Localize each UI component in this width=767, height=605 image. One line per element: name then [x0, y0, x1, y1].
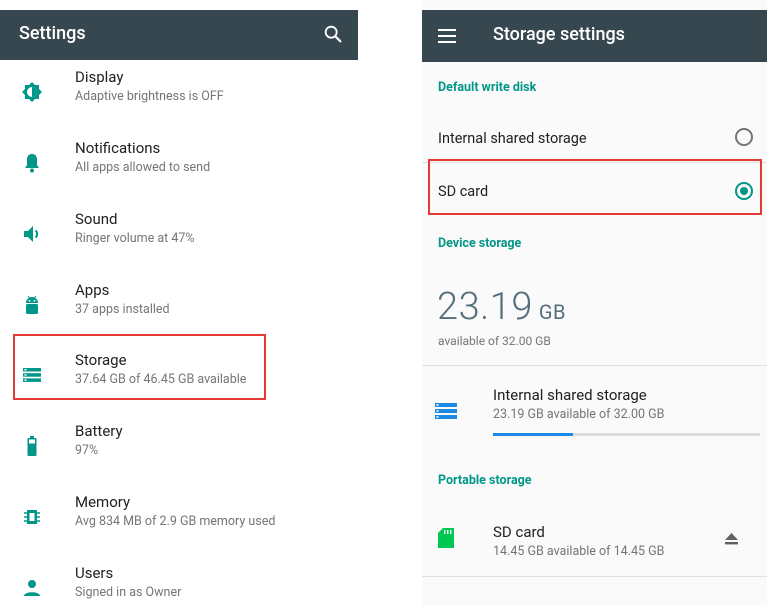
person-icon	[24, 580, 40, 596]
search-icon[interactable]	[322, 23, 344, 45]
divider	[422, 576, 767, 577]
sd-card-icon	[438, 528, 454, 548]
radio-unselected[interactable]	[735, 128, 753, 146]
settings-item-display[interactable]: Display Adaptive brightness is OFF	[0, 68, 358, 128]
storage-title: SD card	[493, 523, 545, 541]
item-title: Memory	[75, 493, 131, 511]
brightness-icon	[22, 82, 42, 102]
item-subtitle: Signed in as Owner	[75, 585, 182, 600]
item-subtitle: All apps allowed to send	[75, 160, 211, 175]
item-title: Battery	[75, 422, 123, 440]
storage-highlight-box	[13, 334, 266, 400]
settings-item-battery[interactable]: Battery 97%	[0, 422, 358, 482]
item-title: Apps	[75, 281, 110, 299]
section-default-write-disk: Default write disk	[438, 80, 537, 95]
storage-subtitle: 14.45 GB available of 14.45 GB	[493, 544, 665, 559]
item-title: Display	[75, 68, 124, 86]
storage-available-value: 23.19 GB	[437, 285, 566, 329]
settings-panel: Settings Display Adaptive brightness is …	[0, 0, 358, 605]
big-number: 23.19	[437, 285, 533, 329]
android-icon	[26, 295, 38, 314]
internal-shared-storage-row[interactable]: Internal shared storage 23.19 GB availab…	[422, 366, 767, 452]
settings-item-notifications[interactable]: Notifications All apps allowed to send	[0, 139, 358, 199]
volume-icon	[24, 226, 39, 242]
item-subtitle: Adaptive brightness is OFF	[75, 89, 224, 104]
item-title: Sound	[75, 210, 118, 228]
item-subtitle: 97%	[75, 443, 99, 458]
section-device-storage: Device storage	[438, 236, 522, 251]
item-title: Users	[75, 564, 114, 582]
settings-item-apps[interactable]: Apps 37 apps installed	[0, 281, 358, 341]
app-bar: Settings	[0, 10, 358, 60]
storage-subtitle: 23.19 GB available of 32.00 GB	[493, 407, 665, 422]
battery-icon	[27, 436, 37, 456]
settings-item-users[interactable]: Users Signed in as Owner	[0, 564, 358, 605]
page-title: Settings	[19, 23, 86, 44]
app-bar: Storage settings	[422, 10, 767, 62]
storage-title: Internal shared storage	[493, 386, 647, 404]
storage-progress-fill	[493, 433, 574, 436]
item-subtitle: Ringer volume at 47%	[75, 231, 195, 246]
eject-icon[interactable]	[724, 532, 739, 546]
memory-icon	[24, 510, 40, 524]
storage-settings-panel: Storage settings Default write disk Inte…	[422, 0, 767, 605]
option-label: Internal shared storage	[438, 130, 587, 147]
big-unit: GB	[538, 300, 566, 324]
storage-progress-bar	[493, 433, 760, 436]
sd-card-highlight-box	[428, 159, 762, 215]
page-title: Storage settings	[493, 24, 625, 45]
menu-icon[interactable]	[438, 27, 456, 45]
item-subtitle: Avg 834 MB of 2.9 GB memory used	[75, 514, 276, 529]
section-portable-storage: Portable storage	[438, 473, 532, 488]
storage-icon	[435, 403, 457, 419]
available-of-text: available of 32.00 GB	[438, 334, 551, 348]
option-internal-shared-storage[interactable]: Internal shared storage	[422, 115, 767, 161]
item-subtitle: 37 apps installed	[75, 302, 170, 317]
item-title: Notifications	[75, 139, 161, 157]
bell-icon	[25, 154, 39, 173]
sd-card-row[interactable]: SD card 14.45 GB available of 14.45 GB	[422, 505, 767, 575]
settings-item-sound[interactable]: Sound Ringer volume at 47%	[0, 210, 358, 270]
settings-item-memory[interactable]: Memory Avg 834 MB of 2.9 GB memory used	[0, 493, 358, 553]
